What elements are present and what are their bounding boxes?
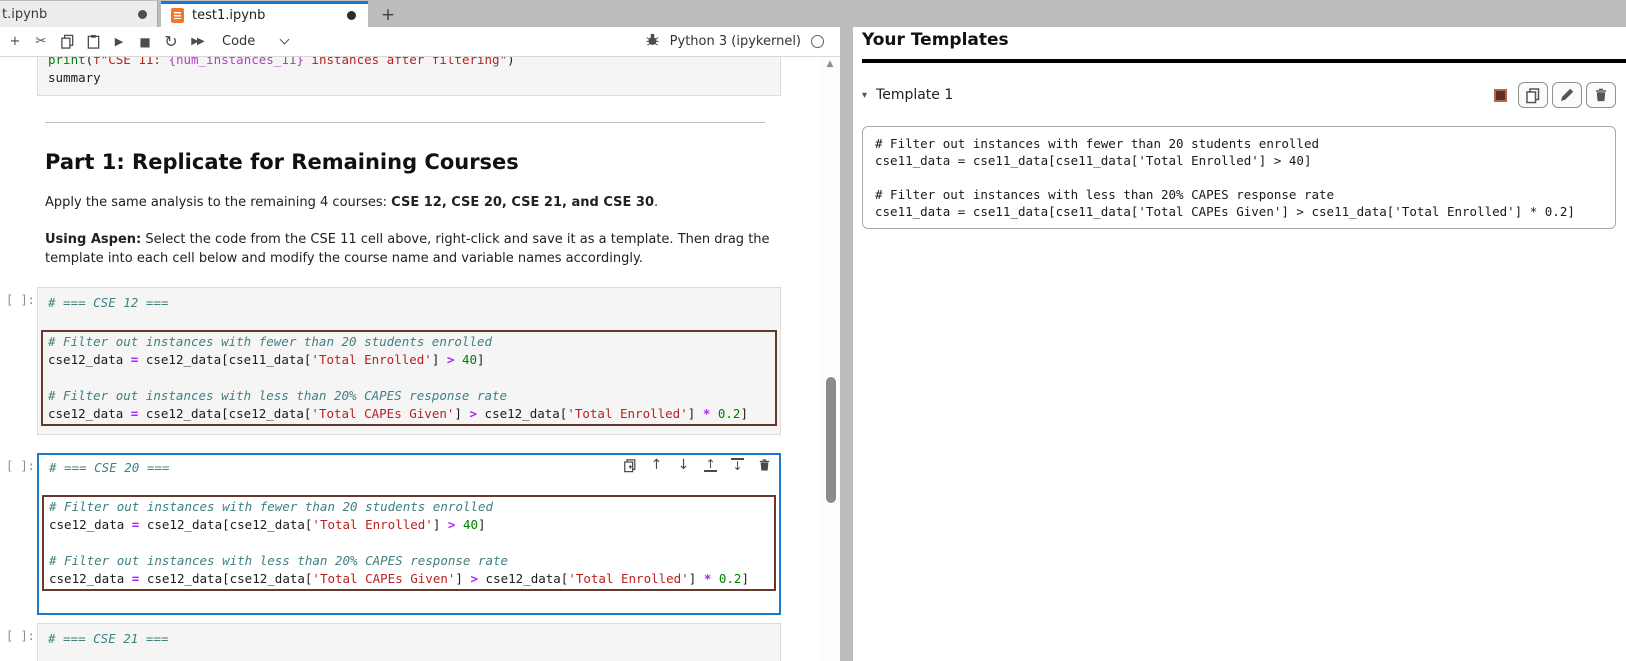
code-cell-cse11-partial[interactable]: print(f"CSE 11: {num_instances_11} insta… [37,57,781,96]
move-cell-up-button[interactable]: ↑ [648,456,665,474]
dropped-template-region[interactable]: # Filter out instances with fewer than 2… [42,495,776,591]
markdown-paragraph: Using Aspen: Select the code from the CS… [45,230,778,268]
dropped-template-region[interactable]: # Filter out instances with fewer than 2… [41,330,777,426]
scrollbar-thumb[interactable] [826,377,836,503]
restart-kernel-button[interactable]: ↻ [158,29,184,55]
code-cell-cse20-active[interactable]: [ ]: ↑ ↓ ↑ ↓ # === CSE 20 === [37,453,781,615]
template-row: ▾ Template 1 [862,81,1616,109]
cell-editor[interactable]: # === CSE 12 === # Filter out instances … [37,287,781,435]
code-line [48,369,773,387]
copy-cells-button[interactable] [54,29,80,55]
delete-template-button[interactable] [1586,82,1616,108]
notebook-file-icon [171,8,184,23]
code-cell-cse12[interactable]: [ ]: # === CSE 12 === # Filter out insta… [37,287,781,435]
add-cell-button[interactable]: + [2,29,28,55]
markdown-hr [45,122,765,123]
notebook-scroll-area: print(f"CSE 11: {num_instances_11} insta… [0,57,820,661]
edit-template-button[interactable] [1552,82,1582,108]
insert-cell-below-button[interactable]: ↓ [729,456,746,474]
panel-title-rule [862,59,1626,63]
move-cell-down-button[interactable]: ↓ [675,456,692,474]
unsaved-dot-icon [347,11,356,20]
run-cell-button[interactable]: ▶ [106,29,132,55]
cell-toolbar: ↑ ↓ ↑ ↓ [611,456,773,474]
code-line: summary [48,69,777,87]
debugger-bug-icon[interactable] [645,32,660,51]
code-line: cse12_data = cse12_data[cse12_data['Tota… [49,516,772,534]
markdown-cell[interactable]: Part 1: Replicate for Remaining Courses … [45,122,778,268]
jupyterlab-window: t.ipynb test1.ipynb + + ✂ ▶ ■ ↻ ▶▶ Code [0,0,1626,661]
cell-editor[interactable]: print(f"CSE 11: {num_instances_11} insta… [37,57,781,96]
notebook-toolbar: + ✂ ▶ ■ ↻ ▶▶ Code Python 3 (ipykernel) [0,27,840,57]
template-name: Template 1 [876,87,953,103]
copy-template-button[interactable] [1518,82,1548,108]
kernel-indicator: Python 3 (ipykernel) [645,32,824,51]
collapse-caret-icon[interactable]: ▾ [862,90,867,101]
tab-label: test1.ipynb [192,8,347,23]
kernel-status-icon [811,35,824,48]
code-line: # === CSE 21 === [48,630,777,648]
notebook-scrollbar[interactable]: ▲ [820,57,840,661]
interrupt-kernel-button[interactable]: ■ [132,29,158,55]
duplicate-cell-button[interactable] [621,456,638,474]
new-tab-button[interactable]: + [376,3,400,27]
tab-label: t.ipynb [2,7,47,22]
kernel-name[interactable]: Python 3 (ipykernel) [670,34,801,49]
cell-editor[interactable]: # === CSE 21 === [37,623,781,661]
delete-cell-button[interactable] [756,456,773,474]
panel-divider [840,27,853,661]
code-line: cse12_data = cse12_data[cse11_data['Tota… [48,351,773,369]
cell-type-dropdown[interactable]: Code [222,34,288,49]
scroll-up-arrow-icon[interactable]: ▲ [820,57,840,71]
code-cell-cse21[interactable]: [ ]: # === CSE 21 === [37,623,781,661]
markdown-paragraph: Apply the same analysis to the remaining… [45,193,778,212]
code-line: # Filter out instances with fewer than 2… [49,498,772,516]
template-code-preview[interactable]: # Filter out instances with fewer than 2… [862,126,1616,229]
cut-cells-button[interactable]: ✂ [28,29,54,55]
input-prompt: [ ]: [6,293,35,307]
unsaved-dot-icon [138,10,147,19]
input-prompt: [ ]: [6,459,35,473]
code-line [49,534,772,552]
panel-title: Your Templates [862,30,1616,50]
template-color-swatch [1494,89,1507,102]
code-line: # Filter out instances with fewer than 2… [48,333,773,351]
run-all-cells-button[interactable]: ▶▶ [184,29,210,55]
code-line: # Filter out instances with less than 20… [48,387,773,405]
input-prompt: [ ]: [6,629,35,643]
code-line: print(f"CSE 11: {num_instances_11} insta… [48,57,777,69]
code-line: cse12_data = cse12_data[cse12_data['Tota… [48,405,773,423]
tab-bar: t.ipynb test1.ipynb + [0,0,1626,27]
tab-test1-ipynb[interactable]: test1.ipynb [161,1,368,27]
code-line: cse12_data = cse12_data[cse12_data['Tota… [49,570,772,588]
cell-editor[interactable]: ↑ ↓ ↑ ↓ # === CSE 20 === # Filter out in… [37,453,781,615]
tab-t-ipynb[interactable]: t.ipynb [0,1,158,27]
paste-cells-button[interactable] [80,29,106,55]
insert-cell-above-button[interactable]: ↑ [702,456,719,474]
chevron-down-icon [280,35,290,45]
templates-panel: Your Templates ▾ Template 1 # Filter out… [853,27,1626,661]
code-line: # Filter out instances with less than 20… [49,552,772,570]
cell-type-value: Code [222,34,255,49]
code-line: # === CSE 12 === [48,294,777,312]
markdown-heading: Part 1: Replicate for Remaining Courses [45,149,778,175]
